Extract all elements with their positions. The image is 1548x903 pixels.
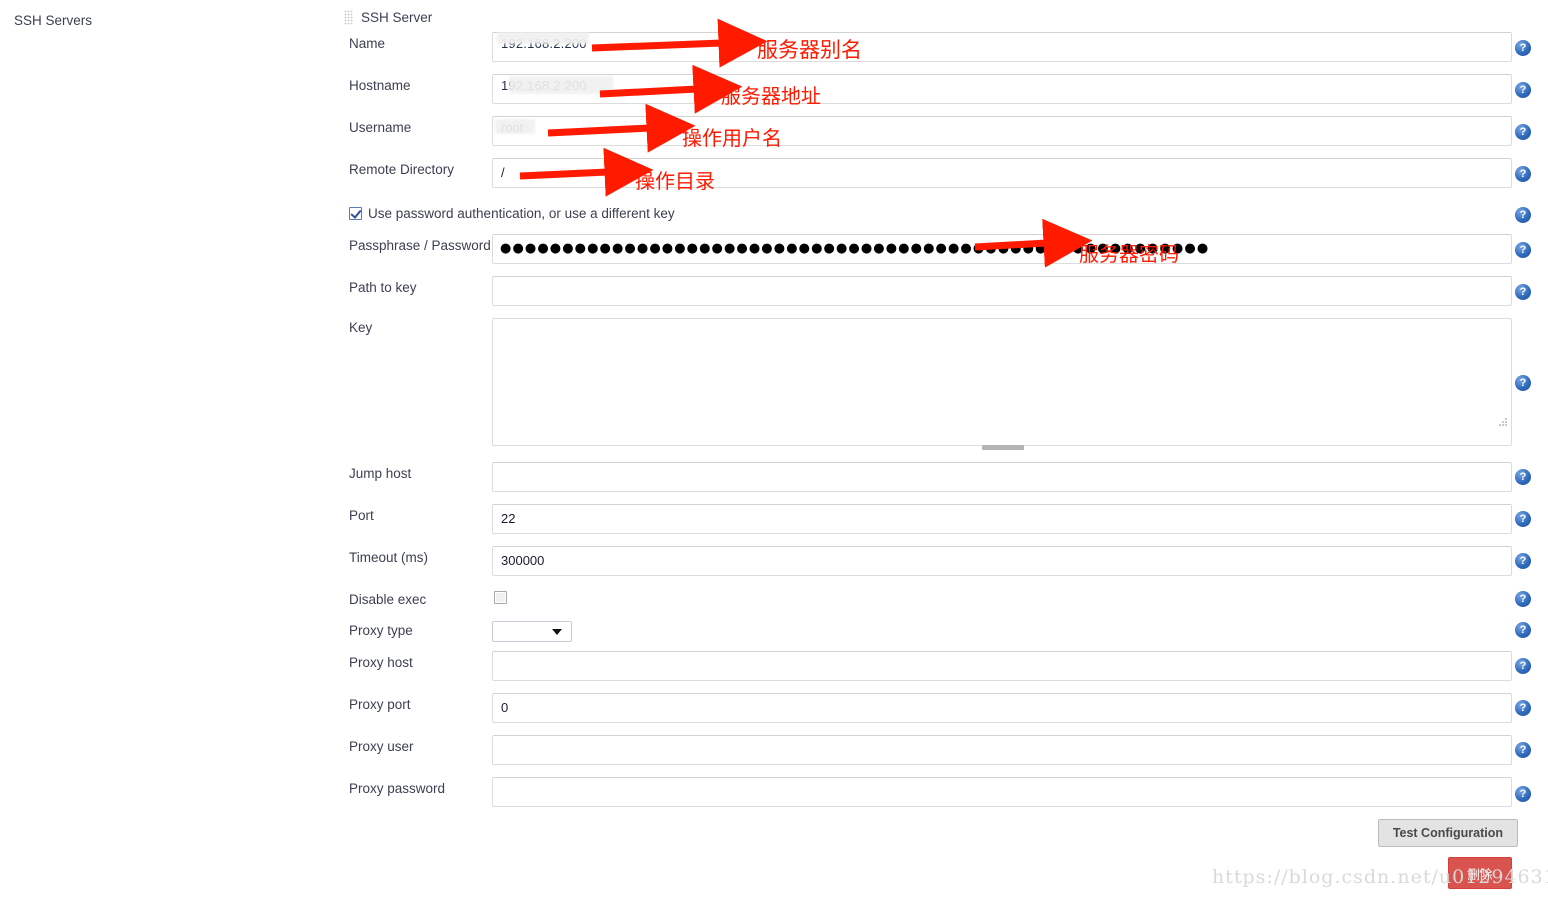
- label-proxy-port: Proxy port: [349, 697, 411, 712]
- redaction-smudge: [495, 119, 535, 134]
- sidebar-item-label: SSH Servers: [14, 13, 93, 28]
- help-icon-key[interactable]: ?: [1515, 375, 1531, 391]
- disable-exec-checkbox[interactable]: [494, 591, 507, 604]
- ssh-server-form-panel: SSH Server Name 192.168.2.200 Hostname 1…: [330, 0, 1548, 903]
- help-icon-proxy-host[interactable]: ?: [1515, 658, 1531, 674]
- redaction-smudge: [509, 76, 613, 94]
- textarea-resize-grip-icon[interactable]: [982, 445, 1024, 450]
- name-value-redacted: 192.168.2.200: [493, 32, 693, 62]
- label-remote-directory: Remote Directory: [349, 162, 455, 177]
- label-username: Username: [349, 120, 412, 135]
- label-port: Port: [349, 508, 374, 523]
- annotation-operation-user: 操作用户名: [682, 126, 782, 150]
- label-name: Name: [349, 36, 386, 51]
- help-icon-proxy-port[interactable]: ?: [1515, 700, 1531, 716]
- label-proxy-host: Proxy host: [349, 655, 413, 670]
- hostname-value-redacted: 192.168.2.200: [493, 74, 713, 104]
- proxy-type-select[interactable]: [492, 621, 572, 642]
- help-icon-use-password-auth[interactable]: ?: [1515, 207, 1531, 223]
- timeout-value: 300000: [501, 553, 545, 568]
- username-input[interactable]: [492, 116, 1512, 146]
- timeout-input[interactable]: 300000: [492, 546, 1512, 576]
- annotation-server-password: 服务器密码: [1079, 242, 1179, 266]
- help-icon-passphrase[interactable]: ?: [1515, 242, 1531, 258]
- sidebar-item-ssh-servers[interactable]: SSH Servers: [10, 10, 96, 32]
- help-icon-proxy-user[interactable]: ?: [1515, 742, 1531, 758]
- label-key: Key: [349, 320, 373, 335]
- help-icon-username[interactable]: ?: [1515, 124, 1531, 140]
- use-password-auth-label: Use password authentication, or use a di…: [368, 206, 675, 221]
- passphrase-masked-value: ●●●●●●●●●●●●●●●●●●●●●●●●●●●●●●●●●●●●●●●●…: [500, 241, 1210, 256]
- help-icon-port[interactable]: ?: [1515, 511, 1531, 527]
- app-window: SSH Servers SSH Server Name 192.168.2.20…: [0, 0, 1548, 903]
- annotation-server-address: 服务器地址: [721, 84, 821, 108]
- panel-header: SSH Server: [344, 10, 432, 25]
- label-disable-exec: Disable exec: [349, 592, 427, 607]
- label-proxy-user: Proxy user: [349, 739, 414, 754]
- watermark: https://blog.csdn.net/u012946310: [1212, 866, 1548, 888]
- username-value-redacted: root: [493, 116, 613, 146]
- help-icon-remote-directory[interactable]: ?: [1515, 166, 1531, 182]
- port-input[interactable]: 22: [492, 504, 1512, 534]
- help-icon-name[interactable]: ?: [1515, 40, 1531, 56]
- remote-directory-value: /: [501, 165, 505, 180]
- help-icon-disable-exec[interactable]: ?: [1515, 591, 1531, 607]
- proxy-password-input[interactable]: [492, 777, 1512, 807]
- label-passphrase: Passphrase / Password: [349, 238, 491, 253]
- use-password-auth-checkbox[interactable]: [349, 207, 362, 220]
- drag-handle-icon[interactable]: [344, 10, 353, 25]
- help-icon-timeout[interactable]: ?: [1515, 553, 1531, 569]
- help-icon-proxy-type[interactable]: ?: [1515, 622, 1531, 638]
- proxy-user-input[interactable]: [492, 735, 1512, 765]
- label-timeout: Timeout (ms): [349, 550, 429, 565]
- path-to-key-input[interactable]: [492, 276, 1512, 306]
- help-icon-hostname[interactable]: ?: [1515, 82, 1531, 98]
- textarea-resize-corner-icon[interactable]: [1498, 418, 1508, 428]
- label-proxy-type: Proxy type: [349, 623, 413, 638]
- help-icon-proxy-password[interactable]: ?: [1515, 786, 1531, 802]
- label-hostname: Hostname: [349, 78, 411, 93]
- label-path-to-key: Path to key: [349, 280, 417, 295]
- label-jump-host: Jump host: [349, 466, 412, 481]
- help-icon-jump-host[interactable]: ?: [1515, 469, 1531, 485]
- annotation-operation-dir: 操作目录: [635, 169, 715, 193]
- test-configuration-button[interactable]: Test Configuration: [1377, 819, 1518, 847]
- proxy-host-input[interactable]: [492, 651, 1512, 681]
- jump-host-input[interactable]: [492, 462, 1512, 492]
- port-value: 22: [501, 511, 516, 526]
- redaction-smudge: [497, 32, 589, 44]
- label-proxy-password: Proxy password: [349, 781, 446, 796]
- key-textarea[interactable]: [492, 318, 1512, 446]
- annotation-server-alias: 服务器别名: [757, 38, 862, 62]
- proxy-port-value: 0: [501, 700, 509, 715]
- sidebar: SSH Servers: [0, 0, 330, 903]
- proxy-port-input[interactable]: 0: [492, 693, 1512, 723]
- panel-title: SSH Server: [361, 10, 433, 25]
- help-icon-path-to-key[interactable]: ?: [1515, 284, 1531, 300]
